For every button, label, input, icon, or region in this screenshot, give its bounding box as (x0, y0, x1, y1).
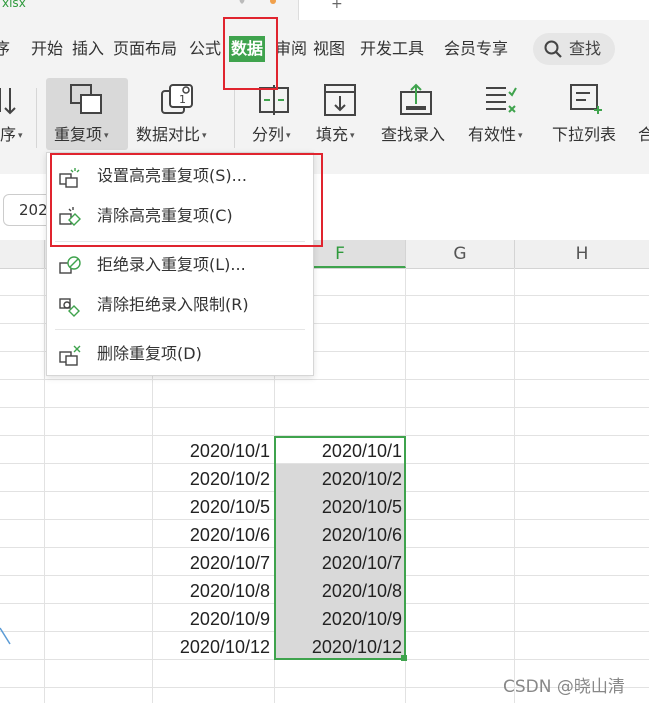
sort-label: 序 ▾ (0, 125, 23, 144)
watermark: CSDN @晓山清 (503, 677, 625, 697)
new-tab-area: + (298, 0, 649, 20)
menu-item-reject-duplicates[interactable]: 拒绝录入重复项(L)... (47, 249, 313, 281)
cell-e-5[interactable]: 2020/10/7 (153, 549, 270, 577)
menu-item-cut[interactable]: 序 (0, 36, 10, 62)
data-compare-label: 数据对比 ▾ (136, 125, 207, 144)
lookup-entry-icon (400, 83, 432, 115)
annotation-box-highlight-items (50, 153, 323, 247)
menu-item-delete-duplicates[interactable]: 删除重复项(D) (47, 338, 313, 370)
fill-handle[interactable] (401, 655, 407, 661)
selection-range[interactable] (274, 436, 406, 660)
menu-item-developer[interactable]: 开发工具 (360, 36, 424, 62)
clear-restriction-icon (59, 298, 80, 317)
lookup-entry-button[interactable]: 查找录入 (378, 78, 456, 150)
fill-button[interactable]: 填充 ▾ (312, 78, 368, 150)
data-compare-button[interactable]: 1 数据对比 ▾ (133, 78, 223, 150)
fill-icon (324, 84, 356, 116)
menu-item-insert[interactable]: 插入 (72, 36, 104, 62)
sort-button[interactable]: 序 ▾ (0, 78, 30, 150)
cell-e-6[interactable]: 2020/10/8 (153, 577, 270, 605)
merge-button[interactable]: 合 (636, 78, 649, 150)
split-column-label: 分列 ▾ (252, 125, 291, 144)
menu-item-review[interactable]: 审阅 (275, 36, 307, 62)
svg-text:1: 1 (179, 93, 186, 106)
ribbon-separator (234, 88, 235, 148)
grid-column-line (514, 268, 515, 703)
ribbon-separator (36, 88, 37, 148)
cell-e-2[interactable]: 2020/10/2 (153, 465, 270, 493)
validity-button[interactable]: 有效性 ▾ (466, 78, 536, 150)
menu-item-page-layout[interactable]: 页面布局 (113, 36, 177, 62)
duplicates-label: 重复项 ▾ (54, 125, 109, 144)
cell-e-1[interactable]: 2020/10/1 (153, 437, 270, 465)
validity-label: 有效性 ▾ (468, 125, 523, 144)
cell-e-7[interactable]: 2020/10/9 (153, 605, 270, 633)
dropdown-list-button[interactable]: 下拉列表 (548, 78, 628, 150)
search-label: 查找 (569, 39, 602, 58)
menu-separator (55, 329, 305, 330)
cell-e-8[interactable]: 2020/10/12 (153, 633, 270, 661)
compare-icon: 1 (161, 84, 193, 114)
notification-dot (270, 0, 276, 4)
cell-e-3[interactable]: 2020/10/5 (153, 493, 270, 521)
fill-label: 填充 ▾ (316, 125, 355, 144)
merge-label: 合 (638, 125, 649, 144)
pin-icon[interactable] (236, 0, 248, 8)
validity-icon (486, 87, 517, 113)
dropdown-list-label: 下拉列表 (552, 125, 617, 144)
drawing-line (0, 627, 11, 645)
menu-item-formulas[interactable]: 公式 (189, 36, 221, 62)
menu-item-label: 删除重复项(D) (97, 344, 202, 363)
search-icon (544, 40, 562, 58)
menu-bar: 序 开始 插入 页面布局 公式 数据 审阅 视图 开发工具 会员专享 查找 (0, 20, 649, 78)
search-box[interactable]: 查找 (533, 33, 615, 65)
duplicates-button[interactable]: 重复项 ▾ (46, 78, 128, 150)
grid-row-line (0, 379, 649, 380)
menu-item-view[interactable]: 视图 (313, 36, 345, 62)
annotation-box-data-tab (223, 17, 278, 90)
column-header-g[interactable]: G (406, 240, 515, 268)
reject-duplicates-icon (59, 256, 81, 274)
grid-column-line (44, 268, 45, 703)
column-header-h[interactable]: H (515, 240, 649, 268)
grid-row-line (0, 407, 649, 408)
column-header-hidden[interactable] (0, 240, 45, 268)
name-box-value: 202 (19, 201, 48, 219)
menu-item-clear-restriction[interactable]: 清除拒绝录入限制(R) (47, 289, 313, 321)
lookup-entry-label: 查找录入 (381, 125, 446, 144)
menu-item-member[interactable]: 会员专享 (444, 36, 508, 62)
delete-duplicates-icon (59, 345, 81, 366)
sort-icon (0, 88, 16, 115)
file-name: xlsx (2, 0, 26, 10)
dropdown-list-icon (570, 84, 602, 114)
menu-item-label: 拒绝录入重复项(L)... (97, 255, 246, 274)
menu-item-home[interactable]: 开始 (31, 36, 63, 62)
title-bar: xlsx + (0, 0, 649, 20)
duplicate-icon (70, 84, 102, 114)
new-tab-button[interactable]: + (331, 0, 343, 12)
menu-item-label: 清除拒绝录入限制(R) (97, 295, 249, 314)
cell-e-4[interactable]: 2020/10/6 (153, 521, 270, 549)
